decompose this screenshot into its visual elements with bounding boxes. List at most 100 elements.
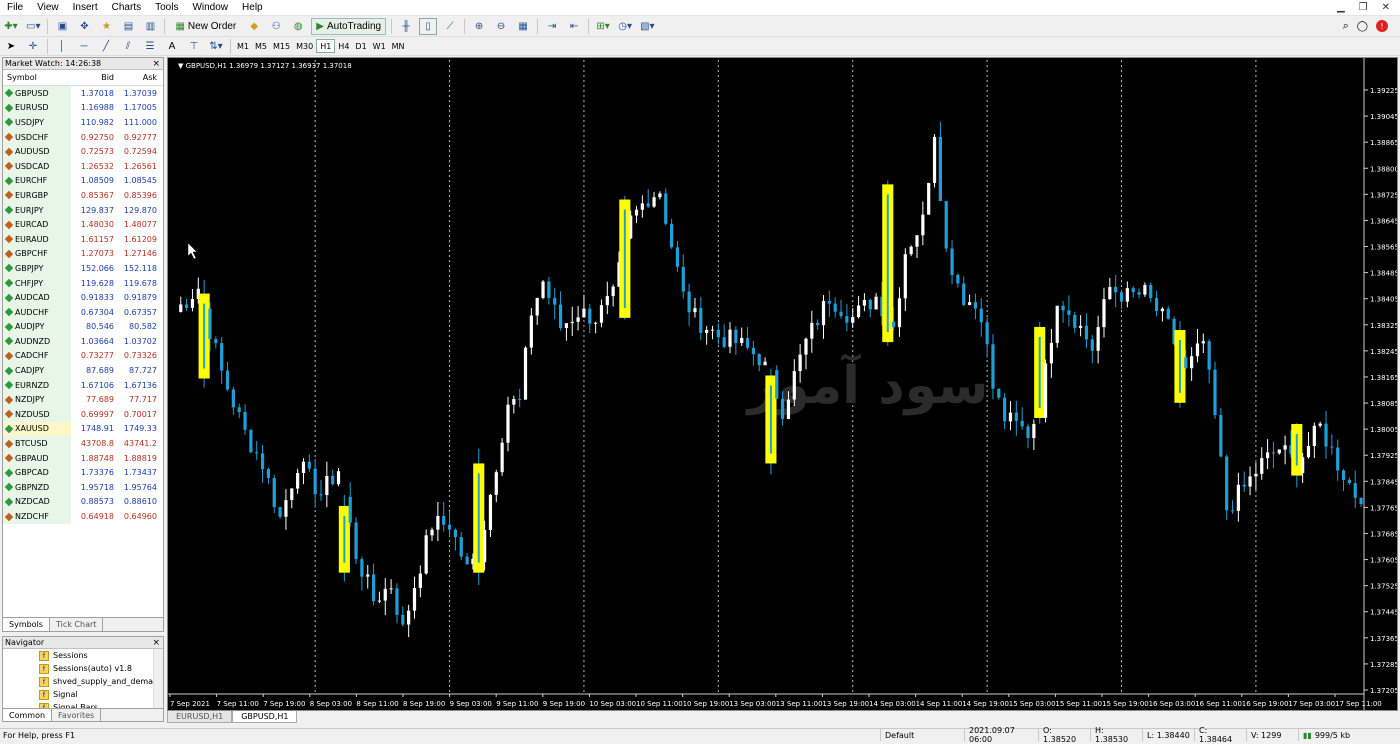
market-icon[interactable]: ◍ [289,18,307,35]
table-row[interactable]: CADJPY 87.689 87.727 [3,363,163,378]
indicators-icon[interactable]: ⊞▾ [594,18,612,35]
tile-windows-icon[interactable]: ▦ [514,18,532,35]
navigator-item[interactable]: f Sessions [3,649,163,662]
table-row[interactable]: BTCUSD 43708.8 43741.2 [3,436,163,451]
bar-chart-icon[interactable]: ╫ [397,18,415,35]
close-icon[interactable]: ✕ [1382,2,1390,13]
horizontal-line-icon[interactable]: ─ [75,38,93,55]
text-label-icon[interactable]: ⊤ [185,38,203,55]
tab-tick-chart[interactable]: Tick Chart [50,618,104,631]
table-row[interactable]: NZDUSD 0.69997 0.70017 [3,407,163,422]
chat-icon[interactable]: ◯ [1357,21,1368,32]
close-icon[interactable]: × [152,638,163,648]
arrows-icon[interactable]: ⇅▾ [207,38,225,55]
table-row[interactable]: USDCAD 1.26532 1.26561 [3,158,163,174]
menu-tools[interactable]: Tools [148,2,185,13]
profiles-icon[interactable]: ▭▾ [24,18,42,35]
autotrading-button[interactable]: ▶ AutoTrading [311,17,387,35]
signals-icon[interactable]: ⚇ [267,18,285,35]
navigator-item[interactable]: f Sessions(auto) v1.8 [3,662,163,675]
table-row[interactable]: GBPCHF 1.27073 1.27146 [3,246,163,262]
table-row[interactable]: AUDUSD 0.72573 0.72594 [3,144,163,159]
zoom-in-icon[interactable]: ⊕ [470,18,488,35]
table-row[interactable]: AUDNZD 1.03664 1.03702 [3,334,163,349]
crosshair-icon[interactable]: ✛ [24,38,42,55]
table-row[interactable]: GBPJPY 152.066 152.118 [3,261,163,276]
tab-symbols[interactable]: Symbols [3,618,50,631]
metaeditor-icon[interactable]: ◆ [245,18,263,35]
periods-icon[interactable]: ◷▾ [616,18,634,35]
tab-favorites[interactable]: Favorites [52,709,102,721]
column-symbol[interactable]: Symbol [3,73,71,82]
terminal-icon[interactable]: ▤ [119,18,137,35]
table-row[interactable]: AUDCAD 0.91833 0.91879 [3,290,163,305]
restore-icon[interactable]: ❐ [1359,2,1368,13]
table-row[interactable]: NZDCHF 0.64918 0.64960 [3,509,163,524]
table-row[interactable]: NZDCAD 0.88573 0.88610 [3,494,163,510]
table-row[interactable]: EURUSD 1.16988 1.17005 [3,100,163,116]
chart-tab-gbpusd[interactable]: GBPUSD,H1 [232,711,298,723]
chart-shift-icon[interactable]: ⇥ [543,18,561,35]
table-row[interactable]: EURNZD 1.67106 1.67136 [3,377,163,393]
navigator-item[interactable]: f shved_supply_and_dema [3,675,163,688]
menu-window[interactable]: Window [185,2,235,13]
menu-view[interactable]: View [30,2,66,13]
channel-icon[interactable]: ⫽ [119,38,137,55]
text-tool-icon[interactable]: A [163,38,181,55]
tf-d1[interactable]: D1 [352,39,369,53]
table-row[interactable]: EURAUD 1.61157 1.61209 [3,231,163,247]
tf-w1[interactable]: W1 [370,39,389,53]
notification-badge-icon[interactable]: ! [1376,20,1388,32]
data-window-icon[interactable]: ✥ [75,18,93,35]
table-row[interactable]: GBPAUD 1.88748 1.88819 [3,450,163,466]
tab-common[interactable]: Common [3,709,53,721]
zoom-out-icon[interactable]: ⊖ [492,18,510,35]
menu-charts[interactable]: Charts [105,2,148,13]
vertical-line-icon[interactable]: │ [53,38,71,55]
table-row[interactable]: USDCHF 0.92750 0.92777 [3,129,163,145]
navigator-scrollbar[interactable] [153,649,163,709]
new-order-button[interactable]: ▦ New Order [170,18,241,35]
close-icon[interactable]: × [152,59,163,69]
table-row[interactable]: CHFJPY 119.628 119.678 [3,275,163,291]
table-row[interactable]: CADCHF 0.73277 0.73326 [3,348,163,364]
chart-tab-eurusd[interactable]: EURUSD,H1 [167,711,233,723]
table-row[interactable]: USDJPY 110.982 111.000 [3,115,163,130]
tf-m5[interactable]: M5 [252,39,270,53]
chart-window[interactable]: سود آموز 1.39225 1.39045 1.38865 1.38800 1.38… [167,57,1398,711]
search-icon[interactable]: ⌕ [1343,19,1349,33]
tf-h4[interactable]: H4 [335,39,352,53]
column-bid[interactable]: Bid [71,73,116,82]
table-row[interactable]: NZDJPY 77.689 77.717 [3,392,163,408]
autoscroll-icon[interactable]: ⇤ [565,18,583,35]
market-watch-icon[interactable]: ▣ [53,18,71,35]
table-row[interactable]: EURCHF 1.08509 1.08545 [3,173,163,189]
table-row[interactable]: XAUUSD 1748.91 1749.33 [3,421,163,437]
minimize-icon[interactable]: ▁ [1337,2,1345,13]
candlestick-icon[interactable]: ▯ [419,17,438,35]
table-row[interactable]: GBPNZD 1.95718 1.95764 [3,480,163,495]
menu-insert[interactable]: Insert [66,2,105,13]
new-chart-icon[interactable]: ✚▾ [2,18,20,35]
fibonacci-icon[interactable]: ☰ [141,38,159,55]
menu-help[interactable]: Help [235,2,270,13]
tf-mn[interactable]: MN [389,39,408,53]
table-row[interactable]: EURCAD 1.48030 1.48077 [3,217,163,232]
table-row[interactable]: EURGBP 0.85367 0.85396 [3,188,163,203]
tf-h1[interactable]: H1 [316,39,336,53]
navigator-icon[interactable]: ★ [97,18,115,35]
menu-file[interactable]: File [0,2,30,13]
table-row[interactable]: GBPCAD 1.73376 1.73437 [3,465,163,481]
tf-m1[interactable]: M1 [234,39,252,53]
trendline-icon[interactable]: ╱ [97,38,115,55]
cursor-icon[interactable]: ➤ [2,38,20,55]
templates-icon[interactable]: ▧▾ [638,18,656,35]
table-row[interactable]: AUDCHF 0.67304 0.67357 [3,304,163,320]
navigator-item[interactable]: f Signal [3,688,163,701]
tf-m15[interactable]: M15 [270,39,293,53]
table-row[interactable]: GBPUSD 1.37018 1.37039 [3,86,163,101]
table-row[interactable]: EURJPY 129.837 129.870 [3,202,163,218]
table-row[interactable]: AUDJPY 80.546 80.582 [3,319,163,335]
column-ask[interactable]: Ask [116,73,161,82]
strategy-tester-icon[interactable]: ▥ [141,18,159,35]
